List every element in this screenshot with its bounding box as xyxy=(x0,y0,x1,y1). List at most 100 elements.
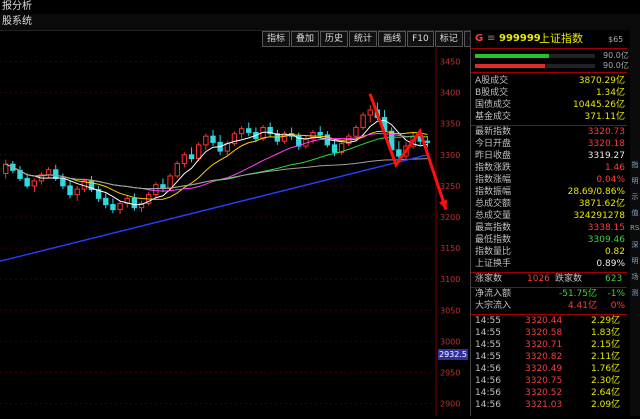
flow-cell-1-1: 4.41亿 xyxy=(567,301,597,311)
stat-row-9-value: 3309.46 xyxy=(587,235,625,245)
tick-cell-7-2: 2.09亿 xyxy=(591,400,621,410)
stat-row-2-label: 昨日收盘 xyxy=(475,151,512,161)
y-tick-11: 2900 xyxy=(440,400,460,409)
volume-row-1: B股成交 1.34亿 xyxy=(471,88,627,99)
menu-label[interactable]: 股系统 xyxy=(2,16,32,28)
tick-cell-5-1: 3320.75 xyxy=(525,376,563,386)
tick-cell-6-0: 14:56 xyxy=(475,388,501,398)
candle-body-23 xyxy=(167,175,173,189)
stat-row-3-value: 1.46 xyxy=(604,163,625,173)
tick-row-7: 14:56 3321.03 2.09亿 xyxy=(471,400,627,411)
tick-cell-3-2: 2.11亿 xyxy=(591,352,621,362)
quote-panel: G ≡ 999999 上证指数 $65 90.0亿 90.0亿 A股成交 3870… xyxy=(470,30,640,416)
stat-row-10-label: 指数量比 xyxy=(475,247,512,257)
volume-row-0-label: A股成交 xyxy=(475,76,509,86)
flow-cell-1-2: 0% xyxy=(610,301,625,311)
tick-cell-7-1: 3321.03 xyxy=(525,400,563,410)
candle-body-21 xyxy=(153,184,159,196)
toolbar-button-5[interactable]: F10 xyxy=(407,31,434,47)
tick-cell-0-0: 14:55 xyxy=(475,316,501,326)
stat-row-4-value: 0.04% xyxy=(596,175,625,185)
side-tool-icon-0[interactable]: 指 xyxy=(630,160,640,170)
stat-row-8: 最高指数 3338.15 xyxy=(471,223,627,234)
tick-row-3: 14:55 3320.82 2.11亿 xyxy=(471,352,627,363)
flow-row-1: 大宗流入 4.41亿 0% xyxy=(471,301,627,312)
stat-row-1-value: 3320.18 xyxy=(587,139,625,149)
menu-icon[interactable]: ≡ xyxy=(487,33,495,45)
stat-row-1-label: 今日开盘 xyxy=(475,139,512,149)
flow-cell-0-1: -51.75亿 xyxy=(558,289,597,299)
tick-cell-6-2: 2.64亿 xyxy=(591,388,621,398)
toolbar-button-0[interactable]: 指标 xyxy=(262,31,291,47)
candle-body-33 xyxy=(238,128,245,135)
quote-prefix: G xyxy=(475,33,484,44)
candle-body-24 xyxy=(174,163,180,177)
tick-cell-1-1: 3320.58 xyxy=(525,328,563,338)
candle-body-25 xyxy=(181,154,188,165)
y-tick-2: 3350 xyxy=(440,120,460,129)
breadth-row: 涨家数 1026 跌家数 623 xyxy=(471,274,627,285)
candle-body-10 xyxy=(74,188,80,196)
tick-cell-1-0: 14:55 xyxy=(475,328,501,338)
cursor-value-label: 2932.5 xyxy=(438,349,468,360)
toolbar-button-4[interactable]: 画线 xyxy=(378,31,407,47)
candle-body-0 xyxy=(3,163,9,174)
candle-body-3 xyxy=(24,177,30,187)
side-tool-icon-6[interactable]: 明 xyxy=(630,256,640,266)
candle-body-55 xyxy=(396,149,402,157)
side-tool-icon-4[interactable]: RSI xyxy=(630,224,640,234)
breadth-cell-2: 跌家数 xyxy=(555,274,583,284)
kline-svg[interactable]: 3450 3400 3350 3300 3250 3200 3150 3100 3050 3000… xyxy=(0,46,470,416)
y-tick-3: 3300 xyxy=(440,151,460,160)
toolbar-button-1[interactable]: 叠加 xyxy=(291,31,320,47)
candle-body-34 xyxy=(246,128,252,133)
side-tool-icon-1[interactable]: 明 xyxy=(630,176,640,186)
stat-row-1: 今日开盘 3320.18 xyxy=(471,139,627,150)
tick-row-6: 14:56 3320.52 2.64亿 xyxy=(471,388,627,399)
stat-row-3-label: 指数涨跌 xyxy=(475,163,512,173)
toolbar-button-6[interactable]: 标记 xyxy=(434,31,463,47)
breadth-cell-3: 623 xyxy=(605,274,623,284)
candle-body-15 xyxy=(110,204,116,211)
y-tick-5: 3200 xyxy=(440,213,460,222)
candle-body-14 xyxy=(103,197,109,206)
flow-cell-1-0: 大宗流入 xyxy=(475,301,512,311)
candle-body-16 xyxy=(117,202,123,211)
candle-body-7 xyxy=(53,169,59,179)
stat-row-0-label: 最新指数 xyxy=(475,127,512,137)
candle-body-28 xyxy=(203,135,209,146)
tick-cell-5-2: 2.30亿 xyxy=(591,376,621,386)
quote-header: G ≡ 999999 上证指数 $65 xyxy=(471,30,627,49)
stat-row-9: 最低指数 3309.46 xyxy=(471,235,627,246)
side-tool-icon-3[interactable]: 值 xyxy=(630,208,640,218)
candle-body-18 xyxy=(131,197,138,209)
tick-cell-1-2: 1.83亿 xyxy=(591,328,621,338)
tick-cell-3-0: 14:55 xyxy=(475,352,501,362)
stat-row-10: 指数量比 0.82 xyxy=(471,247,627,258)
side-tool-icon-2[interactable]: 示 xyxy=(630,192,640,202)
tick-cell-4-0: 14:56 xyxy=(475,364,501,374)
candle-body-8 xyxy=(60,177,66,187)
tick-row-4: 14:56 3320.49 1.76亿 xyxy=(471,364,627,375)
candle-body-6 xyxy=(45,169,52,176)
stat-row-3: 指数涨跌 1.46 xyxy=(471,163,627,174)
tick-row-1: 14:55 3320.58 1.83亿 xyxy=(471,328,627,339)
side-tool-icon-8[interactable]: 测 xyxy=(630,288,640,298)
side-tool-icon-5[interactable]: 深 xyxy=(630,240,640,250)
volume-row-3-label: 基金成交 xyxy=(475,112,512,122)
candle-body-29 xyxy=(210,135,216,143)
volume-row-0: A股成交 3870.29亿 xyxy=(471,76,627,87)
tick-cell-2-0: 14:55 xyxy=(475,340,501,350)
candle-body-59 xyxy=(424,140,431,143)
stat-row-2-value: 3319.27 xyxy=(587,151,625,161)
stat-row-11: 上证换手 0.89% xyxy=(471,259,627,270)
stat-row-2: 昨日收盘 3319.27 xyxy=(471,151,627,162)
side-tool-icon-7[interactable]: 场 xyxy=(630,272,640,282)
flow-row-0: 净流入额 -51.75亿 -1% xyxy=(471,289,627,300)
toolbar-button-2[interactable]: 历史 xyxy=(320,31,349,47)
kline-chart[interactable]: 3450 3400 3350 3300 3250 3200 3150 3100 3050 3000… xyxy=(0,46,470,416)
annotation-arrowhead-0 xyxy=(439,199,448,210)
y-tick-6: 3150 xyxy=(440,244,460,253)
toolbar-button-3[interactable]: 统计 xyxy=(349,31,378,47)
stat-row-8-label: 最高指数 xyxy=(475,223,512,233)
